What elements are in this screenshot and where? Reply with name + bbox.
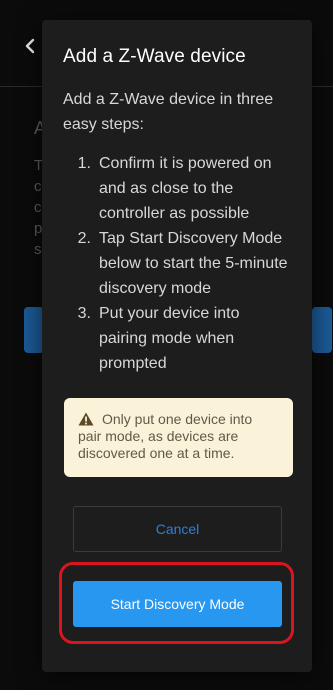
warning-text: Only put one device into pair mode, as d…	[78, 411, 253, 461]
step-number: 1.	[77, 155, 91, 172]
add-zwave-device-dialog: Add a Z-Wave device Add a Z-Wave device …	[42, 20, 312, 672]
cancel-button[interactable]: Cancel	[73, 506, 282, 552]
steps-list: 1. Confirm it is powered on and as close…	[62, 151, 302, 376]
warning-banner: Only put one device into pair mode, as d…	[64, 398, 293, 477]
step-item: 2. Tap Start Discovery Mode below to sta…	[62, 226, 302, 301]
background-button-left-edge	[24, 307, 44, 353]
dialog-title: Add a Z-Wave device	[63, 46, 246, 67]
step-text: Tap Start Discovery Mode below to start …	[99, 230, 288, 297]
back-chevron-icon[interactable]	[22, 38, 38, 54]
step-item: 3. Put your device into pairing mode whe…	[62, 301, 302, 376]
dialog-intro: Add a Z-Wave device in three easy steps:	[63, 91, 274, 133]
start-discovery-mode-button[interactable]: Start Discovery Mode	[73, 581, 282, 627]
step-number: 3.	[77, 305, 91, 322]
warning-triangle-icon	[78, 412, 94, 426]
background-button-right-edge	[312, 307, 332, 353]
step-number: 2.	[77, 230, 91, 247]
step-text: Put your device into pairing mode when p…	[99, 305, 240, 372]
step-text: Confirm it is powered on and as close to…	[99, 155, 272, 222]
screen: A T c c p s Add a Z-Wave device Add a Z-…	[0, 0, 333, 690]
step-item: 1. Confirm it is powered on and as close…	[62, 151, 302, 226]
